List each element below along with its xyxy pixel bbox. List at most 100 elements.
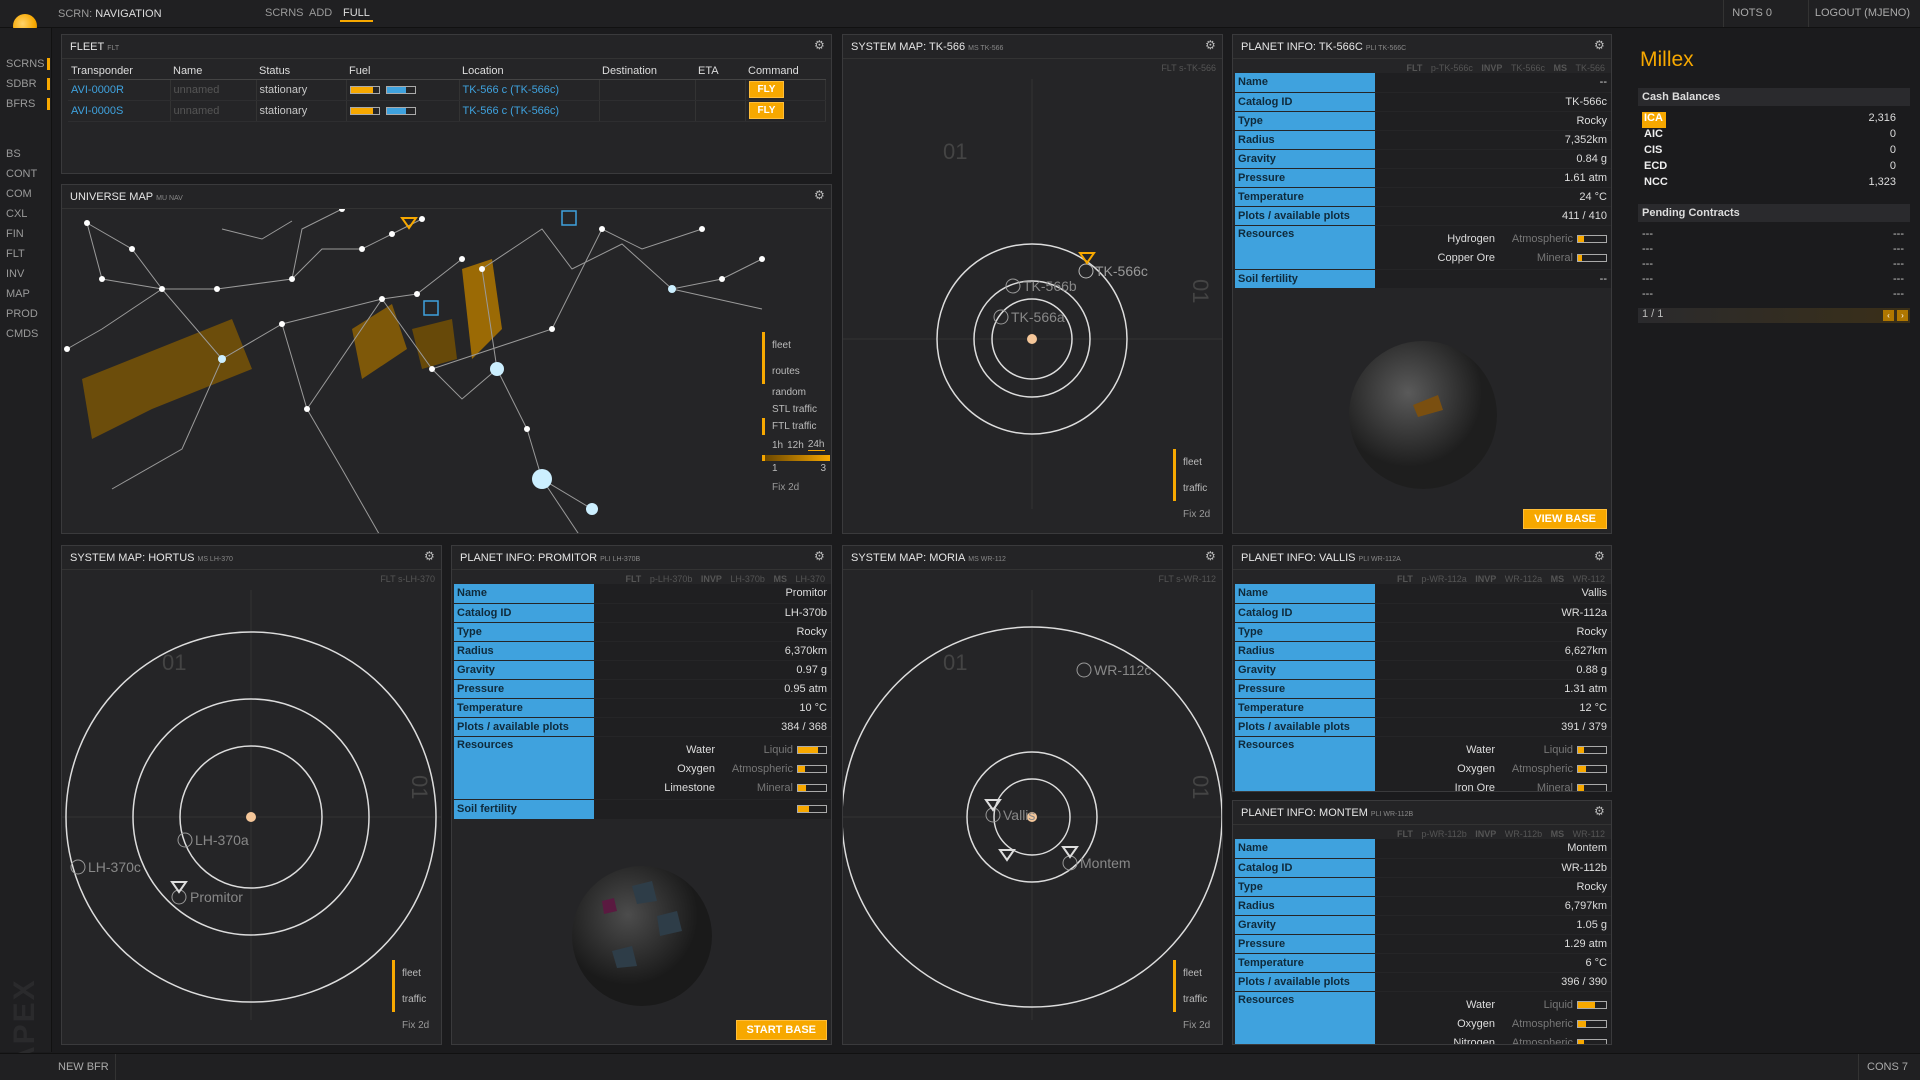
territory-region: [82, 319, 252, 439]
legend-routes[interactable]: routes: [762, 358, 830, 384]
col-header[interactable]: ETA: [695, 63, 745, 80]
next-page-icon[interactable]: ›: [1897, 310, 1908, 321]
list-item[interactable]: --- ---: [1642, 273, 1904, 289]
legend-fleet[interactable]: fleet: [1173, 960, 1221, 986]
gear-icon[interactable]: ⚙: [814, 39, 826, 51]
tile-subcommands[interactable]: FLT s-LH-370: [380, 574, 435, 584]
legend-random[interactable]: random: [762, 384, 830, 401]
location-link[interactable]: TK-566 c (TK-566c): [463, 105, 560, 117]
tile-title: UNIVERSE MAP MU NAV: [62, 185, 831, 209]
nav-bs[interactable]: BS: [6, 148, 50, 160]
legend-fleet[interactable]: fleet: [1173, 449, 1221, 475]
logout-button[interactable]: LOGOUT (MJENO): [1807, 0, 1916, 27]
subcommand[interactable]: INVP WR-112a: [1475, 574, 1542, 584]
fly-button[interactable]: FLY: [748, 102, 785, 119]
nav-cmds[interactable]: CMDS: [6, 328, 50, 340]
universe-map-canvas[interactable]: [62, 209, 831, 533]
col-header[interactable]: Command: [745, 63, 826, 80]
ship-name: unnamed: [173, 83, 220, 96]
resource-bar: [1577, 745, 1607, 754]
system-map-canvas[interactable]: 01 01 TK-566c TK-566b TK-566a: [843, 79, 1222, 509]
nav-prod[interactable]: PROD: [6, 308, 50, 320]
system-map-moria-tile: SYSTEM MAP: MORIA MS WR-112 ⚙ FLT s-WR-11…: [842, 545, 1223, 1045]
nav-sdbr[interactable]: SDBR: [6, 78, 50, 90]
territory-region: [352, 304, 407, 379]
gear-icon[interactable]: ⚙: [1205, 550, 1217, 562]
nav-add[interactable]: ADD: [306, 6, 335, 20]
view-base-button[interactable]: VIEW BASE: [1523, 509, 1607, 529]
legend-traffic[interactable]: traffic: [1173, 475, 1221, 501]
nav-fin[interactable]: FIN: [6, 228, 50, 240]
planet-globe: [572, 866, 712, 1006]
eta: [695, 100, 746, 122]
nav-scrns[interactable]: SCRNS: [6, 58, 50, 70]
list-item[interactable]: --- ---: [1642, 228, 1904, 244]
nav-inv[interactable]: INV: [6, 268, 50, 280]
nav-full[interactable]: FULL: [340, 6, 373, 22]
subcommand[interactable]: FLT p-WR-112b: [1397, 829, 1467, 839]
system-map-canvas[interactable]: 01 01 LH-370a LH-370c Promitor: [62, 590, 441, 1020]
transponder-link[interactable]: AVI-0000S: [71, 105, 123, 117]
fly-button[interactable]: FLY: [748, 81, 785, 98]
subcommand[interactable]: MS TK-566: [1553, 63, 1605, 73]
balance-row: CIS 0: [1644, 144, 1896, 156]
console-button[interactable]: CONS 7: [1858, 1054, 1916, 1080]
list-item[interactable]: --- ---: [1642, 258, 1904, 274]
transponder-link[interactable]: AVI-0000R: [71, 84, 124, 96]
time-1h[interactable]: 1h: [772, 440, 783, 451]
nav-bfrs[interactable]: BFRS: [6, 98, 50, 110]
col-header[interactable]: Destination: [599, 63, 695, 80]
system-map-canvas[interactable]: 01 01 WR-112c Vallis Montem: [843, 590, 1222, 1020]
nav-screens[interactable]: SCRNS: [262, 6, 307, 20]
col-header[interactable]: Status: [256, 63, 346, 80]
subcommand[interactable]: FLT p-LH-370b: [625, 574, 692, 584]
col-header[interactable]: Fuel: [346, 63, 459, 80]
fleet-tile: FLEET FLT ⚙ Transponder Name Status Fuel …: [61, 34, 832, 174]
nav-cont[interactable]: CONT: [6, 168, 50, 180]
nav-flt[interactable]: FLT: [6, 248, 50, 260]
legend-fleet[interactable]: fleet: [392, 960, 440, 986]
subcommand[interactable]: INVP WR-112b: [1475, 829, 1542, 839]
subcommand[interactable]: FLT p-TK-566c: [1407, 63, 1473, 73]
list-item[interactable]: --- ---: [1642, 243, 1904, 259]
time-24h[interactable]: 24h: [807, 439, 825, 451]
col-header[interactable]: Location: [459, 63, 599, 80]
legend-ftl-traffic[interactable]: FTL traffic: [762, 418, 830, 435]
subcommand[interactable]: MS LH-370: [773, 574, 825, 584]
subcommand[interactable]: MS WR-112: [1551, 829, 1605, 839]
gear-icon[interactable]: ⚙: [1205, 39, 1217, 51]
nav-cxl[interactable]: CXL: [6, 208, 50, 220]
subcommand[interactable]: INVP LH-370b: [701, 574, 765, 584]
legend-traffic[interactable]: traffic: [392, 986, 440, 1012]
nav-map[interactable]: MAP: [6, 288, 50, 300]
resource-bar: [1577, 764, 1607, 773]
new-buffer-button[interactable]: NEW BFR: [52, 1054, 116, 1080]
notifications-button[interactable]: NOTS 0: [1723, 0, 1780, 27]
start-base-button[interactable]: START BASE: [735, 1020, 827, 1040]
location-link[interactable]: TK-566 c (TK-566c): [463, 84, 560, 96]
gear-icon[interactable]: ⚙: [1594, 39, 1606, 51]
prev-page-icon[interactable]: ‹: [1883, 310, 1894, 321]
subcommand[interactable]: MS WR-112: [1551, 574, 1605, 584]
col-header[interactable]: Transponder: [68, 63, 170, 80]
legend-fleet[interactable]: fleet: [762, 332, 830, 358]
resource-row: Nitrogen Atmospheric: [1375, 1033, 1607, 1044]
subcommand[interactable]: INVP TK-566c: [1481, 63, 1545, 73]
gear-icon[interactable]: ⚙: [1594, 805, 1606, 817]
stl-fuel-bar: [349, 106, 380, 115]
gear-icon[interactable]: ⚙: [424, 550, 436, 562]
gear-icon[interactable]: ⚙: [1594, 550, 1606, 562]
tile-subcommands: FLT p-WR-112b INVP WR-112b MS WR-112: [1391, 829, 1605, 839]
legend-stl-traffic[interactable]: STL traffic: [762, 401, 830, 418]
company-name[interactable]: Millex: [1640, 48, 1694, 72]
subcommand[interactable]: FLT p-WR-112a: [1397, 574, 1467, 584]
tile-subcommands[interactable]: FLT s-TK-566: [1161, 63, 1216, 73]
nav-com[interactable]: COM: [6, 188, 50, 200]
gear-icon[interactable]: ⚙: [814, 189, 826, 201]
list-item[interactable]: --- ---: [1642, 288, 1904, 304]
gear-icon[interactable]: ⚙: [814, 550, 826, 562]
col-header[interactable]: Name: [170, 63, 256, 80]
time-12h[interactable]: 12h: [787, 440, 804, 451]
tile-subcommands[interactable]: FLT s-WR-112: [1158, 574, 1216, 584]
legend-traffic[interactable]: traffic: [1173, 986, 1221, 1012]
